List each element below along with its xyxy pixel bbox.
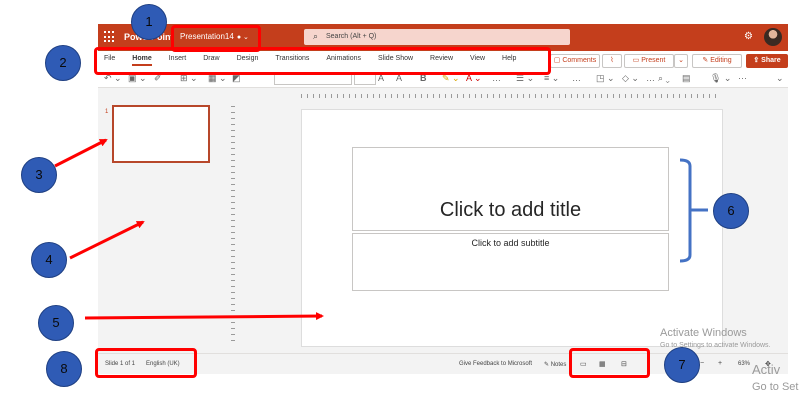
callout-8: 8 — [46, 351, 82, 387]
callout-2: 2 — [45, 45, 81, 81]
arrow-to-slide-canvas — [84, 312, 324, 321]
callout-5: 5 — [38, 305, 74, 341]
callout-7: 7 — [664, 347, 700, 383]
callout-4: 4 — [31, 242, 67, 278]
callout-3: 3 — [21, 157, 57, 193]
placeholder-bracket — [679, 158, 692, 263]
arrow-to-thumbnail-pane — [69, 220, 145, 260]
annotation-arrows — [54, 138, 708, 321]
callout-1: 1 — [131, 4, 167, 40]
arrow-to-thumbnail — [54, 138, 108, 168]
callout-6: 6 — [713, 193, 749, 229]
